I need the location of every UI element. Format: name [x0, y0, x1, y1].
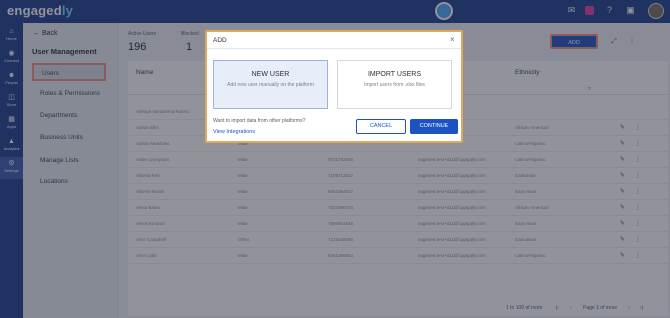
import-users-option[interactable]: IMPORT USERS Import users from .xlsx fil…	[337, 60, 452, 109]
modal-title: ADD	[213, 37, 227, 44]
import-question: Want to import data from other platforms…	[213, 118, 306, 124]
new-user-option[interactable]: NEW USER Add new user manually on the pl…	[213, 60, 328, 109]
modal-divider	[207, 48, 461, 49]
add-modal: ADD × NEW USER Add new user manually on …	[205, 30, 463, 143]
continue-button[interactable]: CONTINUE	[410, 119, 458, 134]
close-icon[interactable]: ×	[450, 35, 455, 44]
view-integrations-link[interactable]: View Integrations	[213, 129, 255, 135]
cancel-button[interactable]: CANCEL	[356, 119, 406, 134]
